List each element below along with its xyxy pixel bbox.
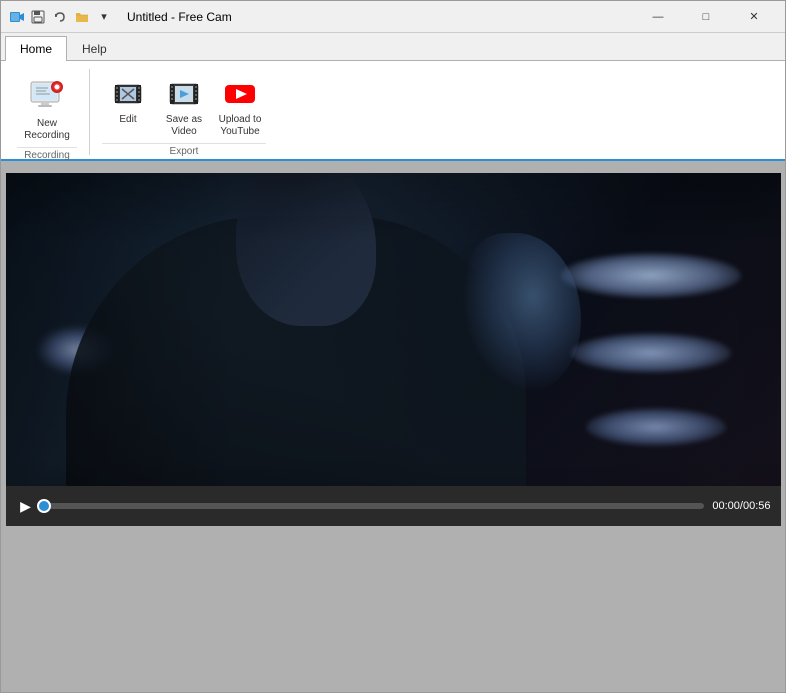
- quick-access-toolbar: ▾: [9, 8, 113, 26]
- dropdown-quick-btn[interactable]: ▾: [95, 8, 113, 26]
- edit-label: Edit: [105, 114, 151, 126]
- maximize-button[interactable]: □: [683, 1, 729, 33]
- new-recording-label: New Recording: [20, 118, 74, 142]
- save-quick-btn[interactable]: [29, 8, 47, 26]
- recording-group: New Recording Recording: [9, 65, 85, 159]
- recording-group-content: New Recording: [17, 67, 77, 147]
- main-body: ▶ 00:00/00:56: [1, 161, 785, 692]
- save-as-video-label: Save as Video: [161, 114, 207, 138]
- export-group: Edit: [94, 65, 274, 159]
- folder-quick-btn[interactable]: [73, 8, 91, 26]
- title-bar-left: ▾ Untitled - Free Cam: [9, 8, 232, 26]
- save-video-icon: [166, 76, 202, 112]
- below-video-area: [6, 526, 781, 692]
- tab-help[interactable]: Help: [67, 36, 122, 61]
- new-recording-icon: [27, 76, 67, 116]
- ribbon-separator-1: [89, 69, 90, 155]
- play-button[interactable]: ▶: [16, 496, 36, 516]
- time-display: 00:00/00:56: [712, 500, 770, 512]
- youtube-icon: [222, 76, 258, 112]
- title-bar: ▾ Untitled - Free Cam — □ ✕: [1, 1, 785, 33]
- edit-button[interactable]: Edit: [102, 71, 154, 131]
- edit-icon: [110, 76, 146, 112]
- window-controls: — □ ✕: [635, 1, 777, 33]
- minimize-button[interactable]: —: [635, 1, 681, 33]
- app-window: ▾ Untitled - Free Cam — □ ✕ Home Help: [0, 0, 786, 693]
- upload-youtube-button[interactable]: Upload to YouTube: [214, 71, 266, 143]
- window-title: Untitled - Free Cam: [127, 10, 232, 24]
- export-group-content: Edit: [102, 67, 266, 143]
- undo-quick-btn[interactable]: [51, 8, 69, 26]
- tab-home[interactable]: Home: [5, 36, 67, 61]
- app-icon: [9, 9, 25, 25]
- content-area: ▶ 00:00/00:56: [1, 161, 785, 692]
- progress-bar[interactable]: [44, 503, 705, 509]
- ribbon: New Recording Recording: [1, 61, 785, 161]
- export-group-label: Export: [102, 143, 266, 161]
- save-as-video-button[interactable]: Save as Video: [158, 71, 210, 143]
- ribbon-tabs: Home Help: [1, 33, 785, 61]
- player-controls: ▶ 00:00/00:56: [6, 486, 781, 526]
- video-player: ▶ 00:00/00:56: [6, 173, 781, 526]
- upload-youtube-label: Upload to YouTube: [217, 114, 263, 138]
- close-button[interactable]: ✕: [731, 1, 777, 33]
- progress-thumb[interactable]: [37, 499, 51, 513]
- blue-tint: [6, 173, 781, 526]
- new-recording-button[interactable]: New Recording: [17, 71, 77, 147]
- video-frame: [6, 173, 781, 526]
